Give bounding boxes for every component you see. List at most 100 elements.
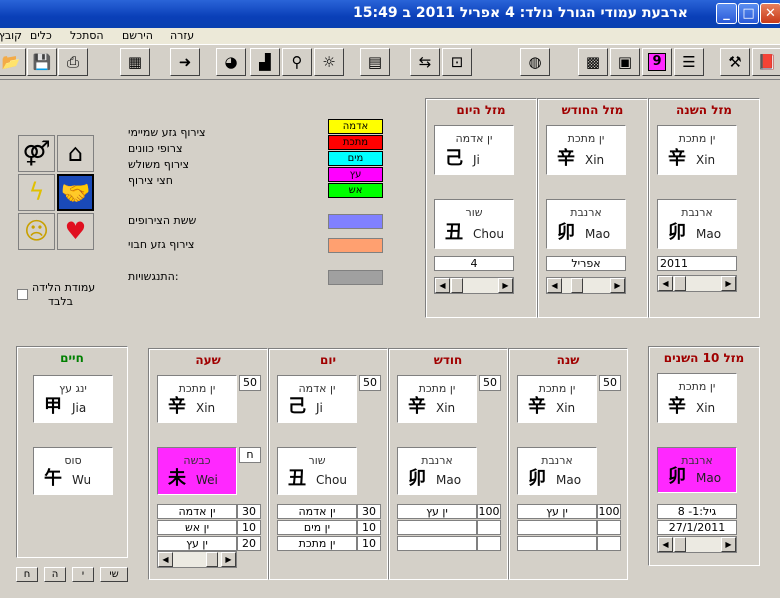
nine-icon[interactable]: 9 bbox=[642, 48, 672, 76]
light-bulb-icon[interactable]: ☼ bbox=[314, 48, 344, 76]
minimize-button[interactable]: _ bbox=[716, 3, 737, 24]
menu-tools[interactable]: כלים bbox=[30, 29, 52, 42]
scroll-right-arrow[interactable]: ▶ bbox=[610, 278, 625, 293]
scroll-right-arrow[interactable]: ▶ bbox=[721, 537, 736, 552]
handshake-icon[interactable]: 🤝 bbox=[57, 174, 94, 211]
menu-file[interactable]: קובץ bbox=[0, 29, 22, 42]
scroll-thumb[interactable] bbox=[674, 276, 686, 291]
month-pillar-header: חודש bbox=[433, 353, 463, 367]
scroll-thumb[interactable] bbox=[451, 278, 463, 293]
open-icon[interactable]: 📂 bbox=[0, 48, 26, 76]
globe-icon[interactable]: ◍ bbox=[520, 48, 550, 76]
luck-year-panel: מזל השנה ין מתכת 辛 Xin ארנבת 卯 Mao 2011 … bbox=[648, 98, 760, 318]
hour-scrollbar[interactable]: ◀ ▶ bbox=[157, 551, 237, 568]
scroll-thumb[interactable] bbox=[571, 278, 583, 293]
luck-day-header: מזל היום bbox=[456, 103, 506, 117]
birth-column-checkbox[interactable] bbox=[17, 289, 28, 300]
stem-latin: Xin bbox=[585, 153, 605, 167]
scroll-left-arrow[interactable]: ◀ bbox=[658, 276, 673, 291]
book-icon[interactable]: ▤ bbox=[360, 48, 390, 76]
branch-char: 午 bbox=[44, 468, 62, 489]
luck-year-header: מזל השנה bbox=[676, 103, 732, 117]
couple-icon[interactable]: ⚤ bbox=[18, 135, 55, 172]
life-branch-card: סוס 午 Wu bbox=[33, 447, 113, 495]
scroll-thumb[interactable] bbox=[674, 537, 686, 552]
menu-help[interactable]: עזרה bbox=[170, 29, 194, 42]
day-score: 50 bbox=[359, 375, 381, 391]
title-bar: ארבעת עמודי הגורל נולד: 4 אפריל 2011 ב 1… bbox=[0, 0, 780, 28]
color-grid-icon[interactable]: ▣ bbox=[610, 48, 640, 76]
scroll-left-arrow[interactable]: ◀ bbox=[435, 278, 450, 293]
decade-date[interactable]: 27/1/2011 bbox=[657, 520, 737, 535]
nine-label: 9 bbox=[648, 53, 666, 71]
magnifier-icon[interactable]: ⚲ bbox=[282, 48, 312, 76]
stem-latin: Ji bbox=[316, 401, 323, 415]
scroll-right-arrow[interactable]: ▶ bbox=[221, 552, 236, 567]
arrow-right-icon[interactable]: ➜ bbox=[170, 48, 200, 76]
day-hidden-1: ין אדמה bbox=[277, 504, 357, 519]
day-hidden-2: ין מים bbox=[277, 520, 357, 535]
hour-stem-card: ין מתכת 辛 Xin bbox=[157, 375, 237, 423]
presentation-icon[interactable]: ⊡ bbox=[442, 48, 472, 76]
decade-scrollbar[interactable]: ◀ ▶ bbox=[657, 536, 737, 553]
scroll-right-arrow[interactable]: ▶ bbox=[721, 276, 736, 291]
pie-chart-icon[interactable]: ◕ bbox=[216, 48, 246, 76]
export-icon[interactable]: ⇆ bbox=[410, 48, 440, 76]
properties-icon[interactable]: ▦ bbox=[120, 48, 150, 76]
scroll-left-arrow[interactable]: ◀ bbox=[658, 537, 673, 552]
luck-month-scrollbar[interactable]: ◀ ▶ bbox=[546, 277, 626, 294]
luck-month-value[interactable]: אפריל bbox=[546, 256, 626, 271]
legend-heavenly-stem: צירוף גזע שמיימי bbox=[128, 126, 206, 139]
stem-char: 辛 bbox=[528, 396, 546, 417]
life-stem-card: ינג עץ 甲 Jia bbox=[33, 375, 113, 423]
scroll-thumb[interactable] bbox=[206, 552, 218, 567]
heart-icon[interactable]: ♥ bbox=[57, 213, 94, 250]
branch-char: 未 bbox=[168, 468, 186, 489]
luck-year-scrollbar[interactable]: ◀ ▶ bbox=[657, 275, 737, 292]
bottom-button-3[interactable]: ה bbox=[44, 567, 66, 582]
hour-hidden-1-value: 30 bbox=[237, 504, 261, 519]
decade-luck-panel: מזל 10 השנים ין מתכת 辛 Xin ארנבת 卯 Mao ג… bbox=[648, 346, 760, 566]
hour-pillar-header: שעה bbox=[195, 353, 221, 367]
luck-year-value[interactable]: 2011 bbox=[657, 256, 737, 271]
print-icon[interactable]: ⎙ bbox=[58, 48, 88, 76]
bar-chart-icon[interactable]: ▟ bbox=[250, 48, 280, 76]
swatch-metal: מתכת bbox=[328, 135, 383, 150]
scroll-right-arrow[interactable]: ▶ bbox=[498, 278, 513, 293]
stem-latin: Xin bbox=[196, 401, 216, 415]
luck-month-stem-card: ין מתכת 辛 Xin bbox=[546, 125, 626, 175]
scroll-left-arrow[interactable]: ◀ bbox=[547, 278, 562, 293]
decade-age[interactable]: גיל:1- 8 bbox=[657, 504, 737, 519]
bottom-button-2[interactable]: י bbox=[72, 567, 94, 582]
hour-branch-badge: ח bbox=[239, 447, 261, 463]
bottom-button-1[interactable]: שי bbox=[100, 567, 128, 582]
stem-latin: Ji bbox=[473, 153, 480, 167]
swatch-wood: עץ bbox=[328, 167, 383, 182]
scroll-left-arrow[interactable]: ◀ bbox=[158, 552, 173, 567]
bottom-button-4[interactable]: ח bbox=[16, 567, 38, 582]
hexagram-icon[interactable]: ☰ bbox=[674, 48, 704, 76]
month-hidden-3-value bbox=[477, 536, 501, 551]
menu-register[interactable]: הירשם bbox=[122, 29, 153, 42]
sad-face-icon[interactable]: ☹ bbox=[18, 213, 55, 250]
year-hidden-2-value bbox=[597, 520, 621, 535]
luck-day-scrollbar[interactable]: ◀ ▶ bbox=[434, 277, 514, 294]
luck-month-header: מזל החודש bbox=[561, 103, 624, 117]
day-stem-card: ין אדמה 己 Ji bbox=[277, 375, 357, 423]
menu-view[interactable]: הסתכל bbox=[70, 29, 104, 42]
month-hidden-1: ין עץ bbox=[397, 504, 477, 519]
maximize-button[interactable]: □ bbox=[738, 3, 759, 24]
grid-chart-icon[interactable]: ▩ bbox=[578, 48, 608, 76]
save-icon[interactable]: 💾 bbox=[27, 48, 57, 76]
house-car-icon[interactable]: ⌂ bbox=[57, 135, 94, 172]
branch-latin: Wu bbox=[72, 473, 92, 487]
branch-latin: Mao bbox=[436, 473, 462, 487]
tools-icon[interactable]: ⚒ bbox=[720, 48, 750, 76]
luck-day-value[interactable]: 4 bbox=[434, 256, 514, 271]
hour-hidden-2-value: 10 bbox=[237, 520, 261, 535]
day-hidden-3: ין מתכת bbox=[277, 536, 357, 551]
lightning-icon[interactable]: ϟ bbox=[18, 174, 55, 211]
close-button[interactable]: ✕ bbox=[760, 3, 780, 24]
book-red-icon[interactable]: 📕 bbox=[752, 48, 780, 76]
year-pillar: שנה ין מתכת 辛 Xin 50 ארנבת 卯 Mao ין עץ 1… bbox=[508, 348, 628, 580]
